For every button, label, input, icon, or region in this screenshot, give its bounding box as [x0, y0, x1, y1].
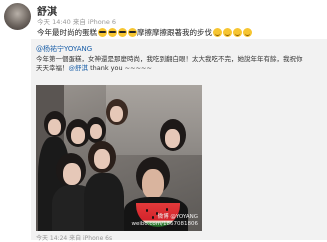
repost-text-line2-suffix: thank you ~~~~~ [88, 64, 152, 72]
photo-watermark-line1: 微博 @YOYANG [157, 214, 198, 220]
sunglasses-emoji-icon [128, 28, 137, 37]
post-text-end: 摩擦摩擦跟著我的步伐 [137, 28, 212, 37]
photo-face [48, 119, 61, 135]
photo-watermark: 微博 @YOYANG weibo.com/1867081806 [131, 214, 198, 228]
sunglasses-emoji-icon [118, 28, 127, 37]
mention-link[interactable]: @舒淇 [69, 64, 89, 72]
repost-text-line2: 天天幸福！@舒淇 thank you ~~~~~ [36, 64, 319, 73]
repost-text-line2-prefix: 天天幸福！ [36, 64, 69, 72]
photo-face [142, 169, 164, 199]
repost-time: 今天 14:24 来自 iPhone 6s [36, 235, 113, 242]
post-text: 今年最时尚的蛋糕 摩擦摩擦跟著我的步伐 [37, 27, 252, 38]
cute-emoji-icon [223, 28, 232, 37]
reposted-card[interactable]: @杨祐宁YOYANG 今年第一個蛋糕，女神還是那麼時尚，我吃到翻白眼！太大我吃不… [31, 39, 327, 242]
photo-face [71, 127, 85, 144]
user-avatar[interactable] [4, 3, 31, 30]
photo-face [165, 129, 180, 148]
repost-photo[interactable]: 微博 @YOYANG weibo.com/1867081806 [36, 85, 202, 231]
repost-text: 今年第一個蛋糕，女神還是那麼時尚，我吃到翻白眼！太大我吃不完，她說年年有餘，我祝… [36, 55, 319, 73]
photo-face [94, 149, 110, 169]
repost-text-line1: 今年第一個蛋糕，女神還是那麼時尚，我吃到翻白眼！太大我吃不完，她說年年有餘，我祝… [36, 55, 303, 63]
photo-watermark-line2: weibo.com/1867081806 [131, 221, 198, 227]
post-meta: 今天 14:40 来自 iPhone 6 [37, 18, 117, 26]
photo-face [110, 106, 123, 122]
sunglasses-emoji-icon [98, 28, 107, 37]
cute-emoji-icon [233, 28, 242, 37]
photo-face [90, 124, 102, 139]
photo-face [63, 163, 81, 185]
sunglasses-emoji-icon [108, 28, 117, 37]
post-text-start: 今年最时尚的蛋糕 [37, 28, 97, 37]
cute-emoji-icon [243, 28, 252, 37]
repost-author-link[interactable]: @杨祐宁YOYANG [36, 44, 92, 54]
cute-emoji-icon [213, 28, 222, 37]
photo-person [84, 173, 124, 231]
